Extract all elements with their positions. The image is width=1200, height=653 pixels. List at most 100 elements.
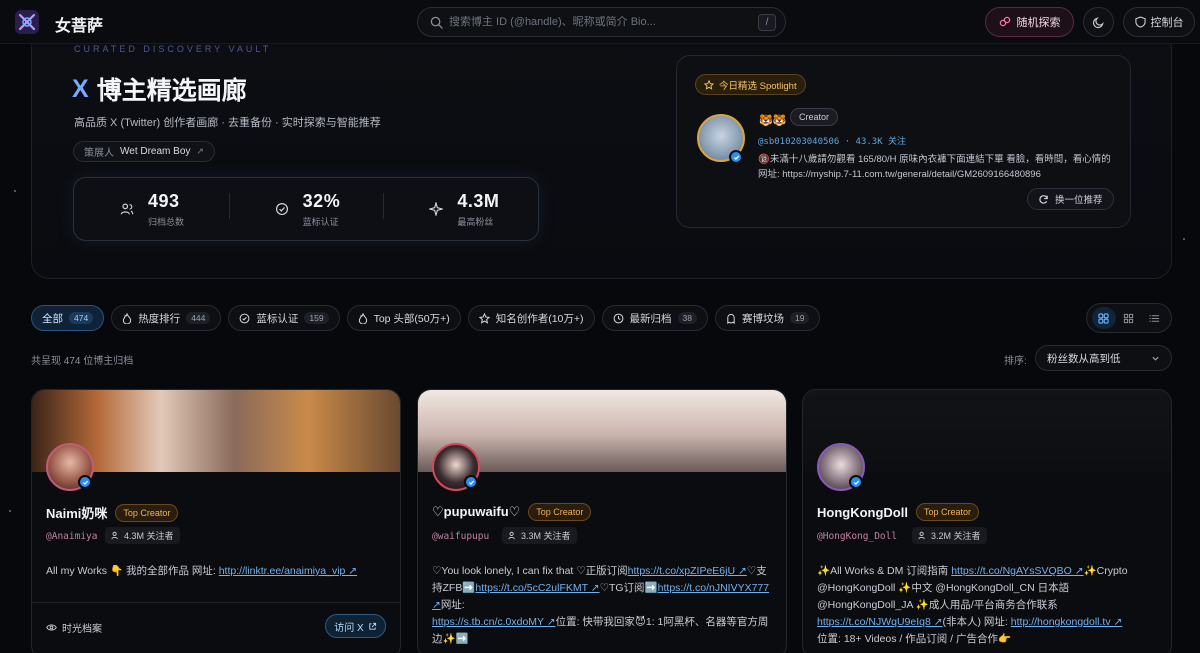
brand-logo-icon[interactable] <box>14 9 40 35</box>
filter-count: 474 <box>69 312 94 324</box>
random-explore-label: 随机探索 <box>1016 17 1061 29</box>
filter-top-tier[interactable]: Top 头部(50万+) <box>346 305 461 331</box>
external-link-icon <box>369 622 376 630</box>
users-icon <box>120 203 134 215</box>
creator-card[interactable]: HongKongDoll Top Creator @HongKong_Doll … <box>802 389 1172 653</box>
view-compact-grid-button[interactable] <box>1117 307 1141 329</box>
view-mode-toggle <box>1086 303 1172 333</box>
flame-icon <box>358 312 367 324</box>
stat-total-value: 493 <box>148 190 180 211</box>
creator-handle[interactable]: @waifupupu <box>432 531 489 542</box>
view-large-grid-button[interactable] <box>1091 307 1116 329</box>
creator-name: ♡pupuwaifu♡ Top Creator <box>432 503 592 521</box>
search-input[interactable] <box>449 16 749 28</box>
spotlight-badge-label: 今日精选 Spotlight <box>719 80 797 92</box>
verified-check-icon <box>849 475 863 489</box>
check-circle-icon <box>239 313 250 323</box>
console-label: 控制台 <box>1150 17 1184 29</box>
hero-panel: CURATED DISCOVERY VAULT X 博主精选画廊 高品质 X (… <box>31 30 1172 279</box>
filter-count: 159 <box>304 312 329 324</box>
follower-count: 3.3M 关注者 <box>502 527 577 544</box>
creator-name: Naimi奶咪 Top Creator <box>46 503 179 522</box>
filter-known-creators[interactable]: 知名创作者(10万+) <box>467 305 595 331</box>
stat-total-label: 归档总数 <box>148 216 185 227</box>
brand-name[interactable]: 女菩萨 <box>55 12 103 36</box>
visit-x-button[interactable]: 访问 X <box>325 614 386 638</box>
visit-x-label: 访问 X <box>334 622 364 634</box>
switch-recommendation-label: 换一位推荐 <box>1055 195 1103 206</box>
random-explore-button[interactable]: 随机探索 <box>985 7 1074 37</box>
theme-toggle-button[interactable] <box>1083 7 1114 37</box>
list-icon <box>1149 314 1159 322</box>
curator-link[interactable]: 策展人 Wet Dream Boy ↗ <box>73 141 215 162</box>
filter-verified[interactable]: 蓝标认证 159 <box>228 305 340 331</box>
bio-link[interactable]: https://t.co/NgAYsSVQBO ↗ <box>951 565 1083 577</box>
top-navbar: 女菩萨 / 随机探索 控制台 <box>0 0 1200 44</box>
bio-link[interactable]: https://t.co/5cC2ulFKMT ↗ <box>475 582 599 594</box>
bio-text: 网址: <box>440 599 465 611</box>
top-creator-badge: Top Creator <box>115 503 179 522</box>
bio-link[interactable]: http://linktr.ee/anaimiya_vip ↗ <box>219 565 357 577</box>
shuffle-icon <box>999 16 1010 27</box>
bio-link[interactable]: https://s.tb.cn/c.0xdoMY ↗ <box>432 616 556 628</box>
bio-link[interactable]: https://t.co/NJWqU9eIq8 ↗ <box>817 616 943 628</box>
card-divider <box>32 602 400 603</box>
archive-label: 时光档案 <box>62 624 102 635</box>
filter-newest[interactable]: 最新归档 38 <box>601 305 708 331</box>
filter-hot[interactable]: 热度排行 444 <box>111 305 222 331</box>
creator-bio: ♡You look lonely, I can fix that ♡正版订阅ht… <box>432 563 774 648</box>
archive-link[interactable]: 时光档案 <box>46 620 102 635</box>
external-link-icon: ↗ <box>196 146 204 156</box>
spotlight-badge: 今日精选 Spotlight <box>695 74 806 95</box>
title-text: 博主精选画廊 <box>96 77 247 105</box>
ghost-icon <box>727 313 735 324</box>
creator-name: HongKongDoll Top Creator <box>817 503 980 521</box>
filter-all[interactable]: 全部 474 <box>31 305 105 331</box>
search-box[interactable]: / <box>417 7 786 37</box>
follower-count-text: 4.3M 关注者 <box>124 531 174 541</box>
sort-label: 排序: <box>1004 356 1027 367</box>
follower-count: 4.3M 关注者 <box>105 527 180 544</box>
filter-label: 蓝标认证 <box>256 312 299 325</box>
spotlight-handle[interactable]: @sb010203040506 · 43.3K 关注 <box>758 134 906 147</box>
filter-label: 热度排行 <box>138 312 181 325</box>
hero-subtitle: 高品质 X (Twitter) 创作者画廊 · 去重备份 · 实时探索与智能推荐 <box>74 117 381 129</box>
bio-link[interactable]: https://t.co/xpZIPeE6jU ↗ <box>628 565 747 577</box>
filter-count: 444 <box>186 312 211 324</box>
filter-graveyard[interactable]: 赛博坟场 19 <box>715 305 821 331</box>
creator-handle[interactable]: @Anaimiya <box>46 531 97 542</box>
moon-icon <box>1092 16 1104 28</box>
view-list-button[interactable] <box>1142 307 1166 329</box>
creator-card[interactable]: ♡pupuwaifu♡ Top Creator @waifupupu 3.3M … <box>417 389 787 653</box>
search-icon <box>430 16 443 29</box>
filter-count: 38 <box>677 312 697 324</box>
page-title: X 博主精选画廊 <box>72 71 247 107</box>
bio-text: (非本人) 网址: <box>942 616 1011 628</box>
bio-text: ♡You look lonely, I can fix that ♡正版订阅 <box>432 565 628 577</box>
console-button[interactable]: 控制台 <box>1123 7 1195 37</box>
filter-label: 赛博坟场 <box>742 312 784 325</box>
grid-small-icon <box>1124 313 1134 323</box>
bio-link[interactable]: http://hongkongdoll.tv ↗ <box>1011 616 1123 628</box>
switch-recommendation-button[interactable]: 换一位推荐 <box>1027 188 1114 210</box>
filter-label: Top 头部(50万+) <box>373 312 450 325</box>
flame-icon <box>123 312 132 324</box>
creator-handle[interactable]: @HongKong_Doll <box>817 531 897 542</box>
bio-text: ✨All Works & DM 订阅指南 <box>817 565 952 577</box>
creator-bio: All my Works 👇 我的全部作品 网址: http://linktr.… <box>46 563 388 580</box>
creator-name-text: ♡pupuwaifu♡ <box>432 504 521 519</box>
filter-bar: 全部 474 热度排行 444 蓝标认证 159 Top 头部(50万+) 知名… <box>31 305 821 331</box>
spotlight-card[interactable]: 今日精选 Spotlight 🐯🐯 Creator @sb01020304050… <box>676 55 1131 228</box>
creator-card[interactable]: Naimi奶咪 Top Creator @Anaimiya 4.3M 关注者 A… <box>31 389 401 653</box>
stat-total: 493 归档总数 <box>74 191 229 228</box>
creator-name-text: HongKongDoll <box>817 504 908 520</box>
grid-large-icon <box>1098 312 1109 324</box>
curator-key: 策展人 <box>84 148 114 159</box>
curator-name: Wet Dream Boy <box>120 146 191 157</box>
top-creator-badge: Top Creator <box>528 503 592 521</box>
spotlight-role-badge: Creator <box>790 108 839 126</box>
sort-select[interactable]: 粉丝数从高到低 <box>1035 345 1172 371</box>
sparkle-icon <box>429 202 444 216</box>
filter-count: 19 <box>790 312 810 324</box>
stat-verified: 32% 蓝标认证 <box>228 191 384 228</box>
